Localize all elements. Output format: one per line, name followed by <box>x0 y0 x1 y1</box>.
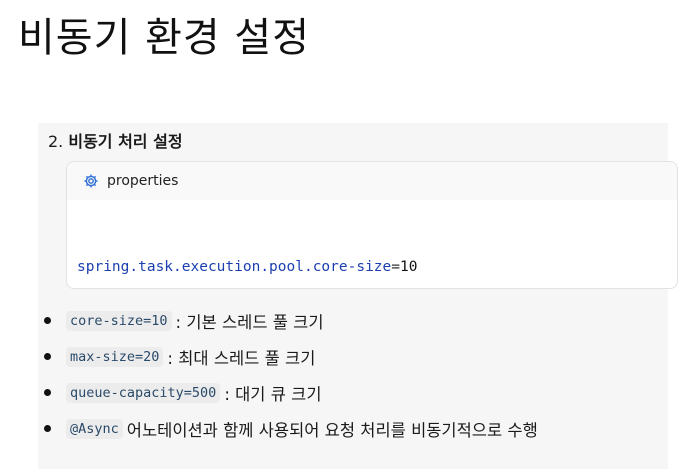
code-body: spring.task.execution.pool.core-size=10 … <box>67 200 677 288</box>
inline-code: @Async <box>66 419 123 439</box>
bullet-list: core-size=10 : 기본 스레드 풀 크기 max-size=20 :… <box>38 303 668 447</box>
list-item: queue-capacity=500 : 대기 큐 크기 <box>38 375 668 411</box>
code-block-header: properties <box>67 162 677 200</box>
bullet-dot <box>44 425 51 432</box>
code-block: properties spring.task.execution.pool.co… <box>66 161 678 289</box>
page-title: 비동기 환경 설정 <box>18 15 311 61</box>
list-item: max-size=20 : 최대 스레드 풀 크기 <box>38 339 668 375</box>
content-panel: 2. 비동기 처리 설정 properties spring.task.exec… <box>38 123 678 469</box>
list-item: core-size=10 : 기본 스레드 풀 크기 <box>38 303 668 339</box>
list-item-text: 어노테이션과 함께 사용되어 요청 처리를 비동기적으로 수행 <box>126 421 538 440</box>
inline-code: queue-capacity=500 <box>66 383 221 403</box>
section-heading-text: 비동기 처리 설정 <box>68 132 183 151</box>
inline-code: core-size=10 <box>66 311 172 331</box>
code-line: spring.task.execution.pool.core-size=10 <box>77 259 418 275</box>
section-number: 2. <box>48 132 64 151</box>
bullet-dot <box>44 353 51 360</box>
bullet-dot <box>44 317 51 324</box>
section-heading: 2. 비동기 처리 설정 <box>48 131 183 153</box>
list-item: @Async 어노테이션과 함께 사용되어 요청 처리를 비동기적으로 수행 <box>38 411 668 447</box>
gear-icon <box>83 173 99 189</box>
inline-code: max-size=20 <box>66 347 164 367</box>
code-key: spring.task.execution.pool.core-size <box>77 259 392 275</box>
list-item-text: : 대기 큐 크기 <box>224 385 322 404</box>
list-item-text: : 기본 스레드 풀 크기 <box>175 313 324 332</box>
bullet-dot <box>44 389 51 396</box>
code-value: 10 <box>400 259 418 275</box>
code-language-label: properties <box>107 173 179 189</box>
list-item-text: : 최대 스레드 풀 크기 <box>167 349 316 368</box>
